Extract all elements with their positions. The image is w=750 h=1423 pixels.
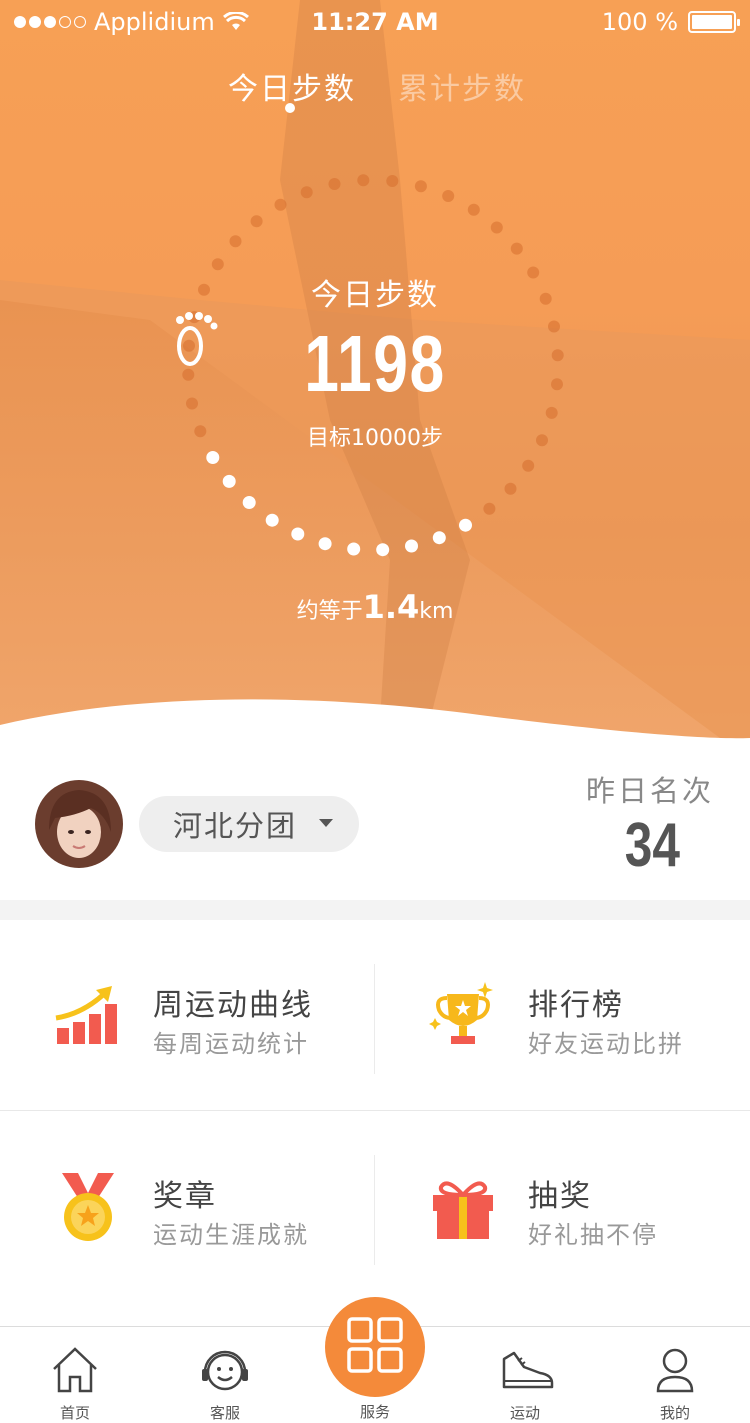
tab-label: 客服 <box>209 1404 240 1422</box>
app-screen: Applidium 11:27 AM 100 % 今日步数 累计步数 今日步数 … <box>0 0 750 1423</box>
tile-title: 抽奖 <box>528 1179 592 1214</box>
progress-dot-empty <box>357 174 370 187</box>
medal-icon <box>62 1173 114 1241</box>
progress-dot-empty <box>211 258 224 271</box>
progress-dot-empty <box>328 178 341 190</box>
progress-dot-filled <box>222 474 236 488</box>
distance-unit: km <box>419 599 454 624</box>
weekly-chart-tile[interactable]: 周运动曲线 每周运动统计 <box>0 920 375 1110</box>
steps-goal: 目标10000步 <box>307 426 443 451</box>
user-icon <box>656 1348 694 1393</box>
home-icon <box>53 1347 97 1393</box>
progress-dot-filled <box>432 531 446 545</box>
tab-label: 首页 <box>59 1404 90 1422</box>
tab-label: 我的 <box>659 1404 690 1422</box>
progress-dot-empty <box>522 459 535 472</box>
progress-dot-empty <box>510 242 523 255</box>
service-button[interactable] <box>325 1297 425 1397</box>
progress-dot-filled <box>291 527 305 541</box>
tab-mine[interactable]: 我的 <box>600 1327 750 1423</box>
tile-title: 周运动曲线 <box>153 988 313 1023</box>
distance-readout: 约等于1.4km <box>0 588 750 626</box>
tab-label: 运动 <box>509 1404 540 1422</box>
steps-label: 今日步数 <box>311 278 439 313</box>
feature-row: 周运动曲线 每周运动统计 排行榜 好友运动比拼 <box>0 920 750 1110</box>
sneaker-icon <box>502 1351 554 1389</box>
feature-row: 奖章 运动生涯成就 抽奖 好礼抽不停 <box>0 1110 750 1300</box>
progress-dot-empty <box>467 203 480 216</box>
section-divider <box>0 900 750 920</box>
steps-value: 1198 <box>304 319 446 408</box>
feature-grid: 周运动曲线 每周运动统计 排行榜 好友运动比拼 奖章 运动生涯成就 抽奖 好礼抽… <box>0 920 750 1300</box>
progress-dot-filled <box>242 496 256 509</box>
progress-dot-empty <box>250 215 263 228</box>
progress-dot-empty <box>504 482 517 495</box>
tile-subtitle: 好礼抽不停 <box>528 1221 658 1249</box>
progress-dot-empty <box>414 180 427 193</box>
hero-section: Applidium 11:27 AM 100 % 今日步数 累计步数 今日步数 … <box>0 0 750 760</box>
progress-dot-empty <box>229 235 242 248</box>
trophy-icon <box>429 982 493 1044</box>
group-name: 河北分团 <box>173 809 298 843</box>
tile-subtitle: 好友运动比拼 <box>528 1030 684 1058</box>
progress-dot-empty <box>442 190 455 202</box>
tile-title: 排行榜 <box>528 988 624 1023</box>
rank-value: 34 <box>624 811 680 880</box>
progress-dot-filled <box>265 513 279 527</box>
rank-label: 昨日名次 <box>585 774 714 808</box>
progress-dot-filled <box>376 543 390 557</box>
chart-up-icon <box>55 986 117 1044</box>
medal-tile[interactable]: 奖章 运动生涯成就 <box>0 1111 375 1301</box>
progress-dot-empty <box>490 221 503 234</box>
caret-down-icon <box>319 819 333 827</box>
avatar-image <box>35 780 123 868</box>
avatar[interactable] <box>35 780 123 868</box>
tile-subtitle: 每周运动统计 <box>153 1030 309 1058</box>
tile-subtitle: 运动生涯成就 <box>153 1221 309 1249</box>
progress-dot-filled <box>405 539 418 553</box>
group-selector[interactable]: 河北分团 <box>139 796 359 852</box>
progress-dot-filled <box>459 518 472 532</box>
grid-icon <box>347 1317 403 1373</box>
progress-dot-empty <box>386 175 399 187</box>
distance-value: 1.4 <box>362 588 420 626</box>
leaderboard-tile[interactable]: 排行榜 好友运动比拼 <box>375 920 750 1110</box>
headset-icon <box>202 1350 248 1391</box>
progress-dot-empty <box>483 502 496 515</box>
tab-service-chat[interactable]: 客服 <box>150 1327 300 1423</box>
tab-sport[interactable]: 运动 <box>450 1327 600 1423</box>
tile-title: 奖章 <box>153 1179 217 1214</box>
progress-dot-empty <box>274 198 287 211</box>
gift-icon <box>433 1181 493 1239</box>
progress-dot-filled <box>206 451 220 464</box>
profile-section: 河北分团 昨日名次 34 <box>0 760 750 900</box>
progress-dot-filled <box>347 542 361 556</box>
lottery-tile[interactable]: 抽奖 好礼抽不停 <box>375 1111 750 1301</box>
progress-dot-filled <box>318 537 332 551</box>
service-label: 服务 <box>359 1403 390 1421</box>
tab-home[interactable]: 首页 <box>0 1327 150 1423</box>
progress-dot-empty <box>300 186 313 199</box>
distance-prefix: 约等于 <box>296 599 363 624</box>
